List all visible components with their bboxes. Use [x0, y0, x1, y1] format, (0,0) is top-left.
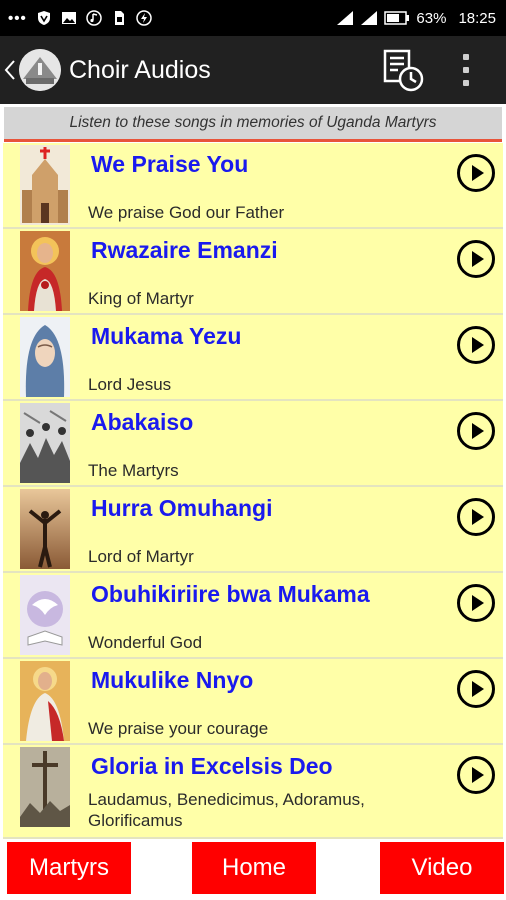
list-item[interactable]: Gloria in Excelsis Deo Laudamus, Benedic… — [3, 745, 503, 839]
play-icon[interactable] — [456, 755, 496, 795]
list-item[interactable]: Hurra Omuhangi Lord of Martyr — [3, 487, 503, 573]
signal-icon — [337, 11, 354, 25]
play-icon[interactable] — [456, 239, 496, 279]
more-notifications-icon: ••• — [8, 9, 27, 27]
list-item[interactable]: Mukama Yezu Lord Jesus — [3, 315, 503, 401]
sacred-heart-image — [20, 231, 70, 311]
status-bar: ••• 63% 18:25 — [0, 0, 506, 36]
play-icon[interactable] — [456, 583, 496, 623]
play-icon[interactable] — [456, 325, 496, 365]
clock: 18:25 — [458, 9, 496, 27]
signal-2-icon — [361, 11, 378, 25]
song-subtitle: Lord Jesus — [88, 375, 172, 394]
song-subtitle: We praise your courage — [88, 719, 269, 738]
image-icon — [61, 12, 76, 24]
list-item[interactable]: Abakaiso The Martyrs — [3, 401, 503, 487]
song-subtitle: Lord of Martyr — [88, 547, 194, 566]
song-subtitle: Wonderful God — [88, 633, 203, 652]
back-chevron-icon[interactable] — [3, 59, 17, 81]
song-subtitle: We praise God our Father — [88, 203, 285, 222]
list-item[interactable]: Rwazaire Emanzi King of Martyr — [3, 229, 503, 315]
martyrs-image — [20, 403, 70, 483]
song-title: Abakaiso — [91, 409, 194, 435]
music-icon — [86, 10, 102, 26]
overflow-menu-icon[interactable] — [456, 52, 476, 88]
song-subtitle: Laudamus, Benedicimus, Adoramus, Glorifi… — [88, 790, 365, 830]
play-icon[interactable] — [456, 411, 496, 451]
crucifixion-image — [20, 747, 70, 827]
play-icon[interactable] — [456, 669, 496, 709]
battery-icon — [384, 11, 410, 25]
dove-bible-image — [20, 575, 70, 655]
song-title: Hurra Omuhangi — [91, 495, 273, 521]
play-icon[interactable] — [456, 497, 496, 537]
app-bar: Choir Audios — [0, 36, 506, 104]
martyrs-button[interactable]: Martyrs — [7, 842, 131, 894]
home-button[interactable]: Home — [192, 842, 316, 894]
jesus-image — [20, 661, 70, 741]
battery-percent: 63% — [416, 9, 447, 27]
song-list[interactable]: We Praise You We praise God our Father R… — [3, 143, 503, 839]
list-item[interactable]: Mukulike Nnyo We praise your courage — [3, 659, 503, 745]
song-title: Mukama Yezu — [91, 323, 242, 349]
history-list-icon[interactable] — [380, 47, 426, 93]
song-title: Rwazaire Emanzi — [91, 237, 278, 263]
sim-card-icon — [114, 11, 124, 25]
church-logo-icon — [19, 49, 61, 91]
song-title: Gloria in Excelsis Deo — [91, 753, 333, 779]
song-subtitle: The Martyrs — [88, 461, 179, 480]
app-logo[interactable] — [19, 49, 61, 91]
praise-silhouette-image — [20, 489, 70, 569]
app-title: Choir Audios — [69, 55, 211, 84]
church-image — [20, 145, 70, 225]
bottom-nav: Martyrs Home Video — [0, 842, 506, 894]
play-icon[interactable] — [456, 153, 496, 193]
list-item[interactable]: We Praise You We praise God our Father — [3, 143, 503, 229]
song-title: Mukulike Nnyo — [91, 667, 254, 693]
list-item[interactable]: Obuhikiriire bwa Mukama Wonderful God — [3, 573, 503, 659]
subtitle-banner: Listen to these songs in memories of Uga… — [4, 107, 502, 142]
song-subtitle: King of Martyr — [88, 289, 194, 308]
flash-icon — [136, 10, 152, 26]
shield-icon — [37, 11, 50, 25]
mary-image — [20, 317, 70, 397]
song-title: Obuhikiriire bwa Mukama — [91, 581, 370, 607]
song-title: We Praise You — [91, 151, 249, 177]
video-button[interactable]: Video — [380, 842, 504, 894]
